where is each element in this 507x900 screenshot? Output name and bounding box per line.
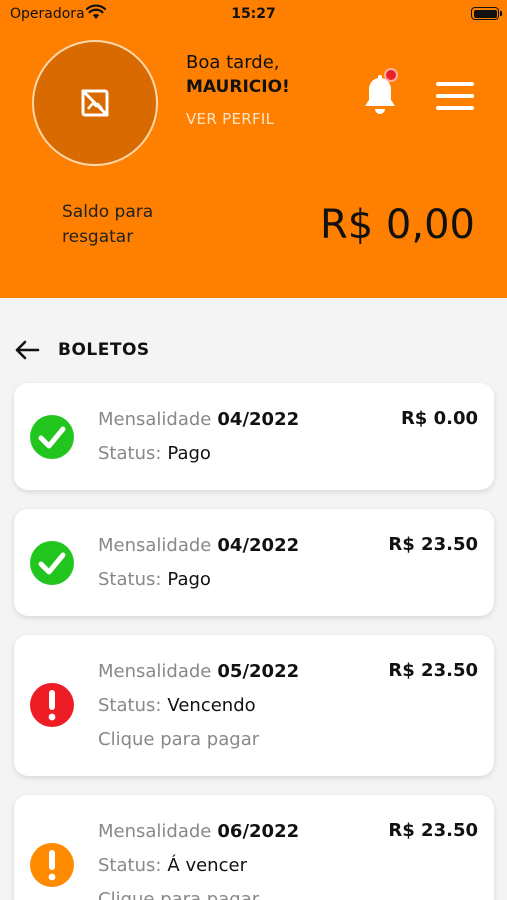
section-header: BOLETOS xyxy=(14,336,150,364)
alert-circle-icon xyxy=(30,843,74,887)
boleto-amount: R$ 23.50 xyxy=(388,534,478,555)
back-arrow-icon[interactable] xyxy=(14,337,40,363)
notification-dot xyxy=(384,68,398,82)
boleto-card[interactable]: Mensalidade 04/2022 Status: Pago R$ 23.50 xyxy=(14,509,494,616)
boleto-title: Mensalidade 04/2022 xyxy=(98,409,300,430)
header: Operadora 15:27 Boa tarde, MAURICIO! VER… xyxy=(0,0,507,298)
boleto-title: Mensalidade 05/2022 xyxy=(98,661,300,682)
boleto-status: Status: Á vencer xyxy=(98,855,247,876)
notifications-button[interactable] xyxy=(362,68,402,114)
greeting-text: Boa tarde, xyxy=(186,52,280,73)
view-profile-link[interactable]: VER PERFIL xyxy=(186,110,274,128)
menu-button[interactable] xyxy=(436,82,474,112)
hamburger-icon xyxy=(436,82,474,86)
check-circle-icon xyxy=(30,541,74,585)
boleto-title: Mensalidade 06/2022 xyxy=(98,821,300,842)
boleto-amount: R$ 23.50 xyxy=(388,660,478,681)
check-circle-icon xyxy=(30,415,74,459)
pay-hint[interactable]: Clique para pagar xyxy=(98,889,259,900)
clock: 15:27 xyxy=(231,6,276,22)
boleto-card[interactable]: Mensalidade 04/2022 Status: Pago R$ 0.00 xyxy=(14,383,494,490)
section-title: BOLETOS xyxy=(58,340,150,360)
pay-hint[interactable]: Clique para pagar xyxy=(98,729,259,750)
boleto-status: Status: Pago xyxy=(98,569,211,590)
boleto-status: Status: Vencendo xyxy=(98,695,256,716)
boleto-amount: R$ 23.50 xyxy=(388,820,478,841)
avatar[interactable] xyxy=(32,40,158,166)
alert-circle-icon xyxy=(30,683,74,727)
user-name: MAURICIO! xyxy=(186,77,290,97)
status-bar: Operadora 15:27 xyxy=(0,0,507,28)
no-image-icon xyxy=(80,88,110,118)
battery-icon xyxy=(471,7,502,20)
boleto-card[interactable]: Mensalidade 06/2022 Status: Á vencer Cliqu… xyxy=(14,795,494,900)
boleto-status: Status: Pago xyxy=(98,443,211,464)
balance-value: R$ 0,00 xyxy=(319,202,475,248)
boleto-card[interactable]: Mensalidade 05/2022 Status: Vencendo Cliqu… xyxy=(14,635,494,776)
boleto-title: Mensalidade 04/2022 xyxy=(98,535,300,556)
boleto-amount: R$ 0.00 xyxy=(400,408,478,429)
balance-label: Saldo para resgatar xyxy=(62,202,154,247)
